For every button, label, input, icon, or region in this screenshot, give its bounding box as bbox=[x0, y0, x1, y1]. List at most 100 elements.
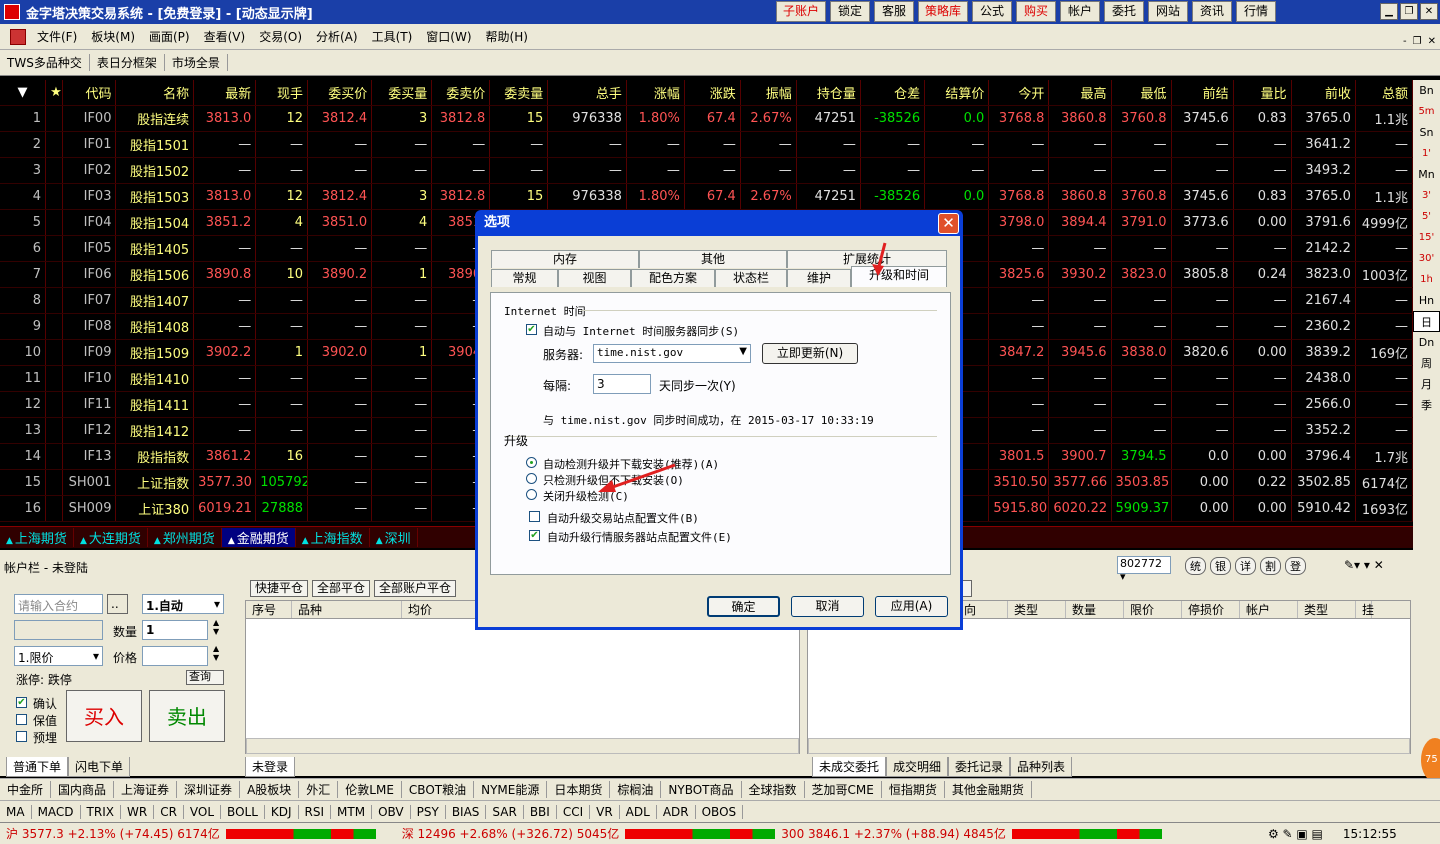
period-button[interactable]: 3' bbox=[1413, 185, 1440, 206]
indicator-tab[interactable]: VR bbox=[590, 804, 620, 819]
orders-scrollbar[interactable] bbox=[808, 738, 1410, 754]
menu-item[interactable]: 板块(M) bbox=[84, 28, 142, 45]
price-stepper[interactable]: ▲ ▼ bbox=[213, 644, 219, 662]
layout-tab[interactable]: TWS多品种交 bbox=[0, 54, 90, 71]
orders-column-header[interactable]: 限价 bbox=[1124, 601, 1182, 618]
category-tab[interactable]: 深圳证券 bbox=[177, 781, 241, 798]
dialog-tab[interactable]: 内存 bbox=[491, 250, 639, 268]
indicator-tab[interactable]: PSY bbox=[411, 804, 446, 819]
icon-button[interactable]: 登 bbox=[1285, 557, 1306, 575]
indicator-tab[interactable]: MACD bbox=[32, 804, 81, 819]
bottom-tab[interactable]: 品种列表 bbox=[1010, 757, 1073, 777]
indicator-tab[interactable]: KDJ bbox=[265, 804, 299, 819]
sell-button[interactable]: 卖出 bbox=[149, 690, 225, 742]
orders-column-header[interactable]: 类型 bbox=[1008, 601, 1066, 618]
dialog-tab[interactable]: 配色方案 bbox=[631, 269, 715, 287]
orders-column-header[interactable]: 类型 bbox=[1298, 601, 1356, 618]
dialog-tab[interactable]: 其他 bbox=[639, 250, 787, 268]
menu-item[interactable]: 分析(A) bbox=[309, 28, 365, 45]
order-checkbox[interactable]: ✔ bbox=[16, 697, 27, 708]
restore-icon[interactable]: ❐ bbox=[1400, 3, 1418, 20]
indicator-tab[interactable]: MTM bbox=[331, 804, 373, 819]
period-button[interactable]: 30' bbox=[1413, 248, 1440, 269]
close-position-button[interactable]: 全部平仓 bbox=[312, 580, 371, 597]
update-now-button[interactable]: 立即更新(N) bbox=[762, 343, 858, 364]
column-header[interactable]: 代码 bbox=[62, 80, 117, 106]
upgrade-checkbox[interactable]: ✔ bbox=[529, 530, 540, 541]
column-header[interactable]: 委卖价 bbox=[431, 80, 491, 106]
order-type-select[interactable]: 1.限价 ▾ bbox=[14, 646, 103, 666]
cancel-button[interactable]: 取消 bbox=[791, 596, 864, 617]
period-button[interactable]: Hn bbox=[1413, 290, 1440, 311]
indicator-tab[interactable]: CCI bbox=[557, 804, 591, 819]
column-header[interactable]: 最高 bbox=[1048, 80, 1112, 106]
tray-icons[interactable]: ⚙ ✎ ▣ ▤ bbox=[1268, 827, 1323, 841]
period-button[interactable]: 1' bbox=[1413, 143, 1440, 164]
market-tab[interactable]: 金融期货 bbox=[221, 528, 296, 547]
indicator-tab[interactable]: SAR bbox=[486, 804, 524, 819]
indicator-tab[interactable]: BIAS bbox=[446, 804, 487, 819]
column-header[interactable]: 量比 bbox=[1233, 80, 1292, 106]
column-header[interactable]: ▼ bbox=[0, 80, 47, 106]
icon-button[interactable]: 统 bbox=[1185, 557, 1206, 575]
upgrade-radio[interactable] bbox=[526, 473, 537, 484]
category-tab[interactable]: 中金所 bbox=[0, 781, 52, 798]
browse-button[interactable]: .. bbox=[107, 594, 128, 614]
upgrade-radio[interactable] bbox=[526, 457, 537, 468]
period-button[interactable]: 1h bbox=[1413, 269, 1440, 290]
upgrade-checkbox[interactable] bbox=[529, 511, 540, 522]
order-checkbox[interactable] bbox=[16, 714, 27, 725]
market-tab[interactable]: 上海期货 bbox=[0, 528, 74, 547]
column-header[interactable]: 总额 bbox=[1355, 80, 1414, 106]
period-button[interactable]: Sn bbox=[1413, 122, 1440, 143]
mode-select[interactable]: 1.自动 ▾ bbox=[142, 594, 224, 614]
category-tab[interactable]: 上海证券 bbox=[114, 781, 178, 798]
positions-column-header[interactable]: 序号 bbox=[246, 601, 292, 618]
toolbar-button[interactable]: 网站 bbox=[1148, 1, 1189, 22]
icon-button[interactable]: 割 bbox=[1260, 557, 1281, 575]
menu-item[interactable]: 帮助(H) bbox=[479, 28, 535, 45]
dialog-close-icon[interactable]: ✕ bbox=[938, 213, 959, 234]
icon-button[interactable]: 银 bbox=[1210, 557, 1231, 575]
indicator-tab[interactable]: RSI bbox=[299, 804, 332, 819]
icon-button[interactable]: 详 bbox=[1235, 557, 1256, 575]
column-header[interactable]: ★ bbox=[45, 80, 63, 106]
indicator-tab[interactable]: ADL bbox=[620, 804, 657, 819]
toolbar-button[interactable]: 公式 bbox=[972, 1, 1013, 22]
category-tab[interactable]: 恒指期货 bbox=[882, 781, 945, 798]
quote-row[interactable]: 4 IF03 股指1503 3813.0 12 3812.4 3 3812.8 15 976338… bbox=[0, 183, 1414, 210]
indicator-tab[interactable]: OBOS bbox=[696, 804, 744, 819]
category-tab[interactable]: 伦敦LME bbox=[338, 781, 402, 798]
bottom-tab[interactable]: 委托记录 bbox=[948, 757, 1011, 777]
market-tab[interactable]: 上海指数 bbox=[296, 528, 370, 547]
bottom-tab[interactable]: 闪电下单 bbox=[68, 757, 131, 777]
menu-item[interactable]: 窗口(W) bbox=[419, 28, 478, 45]
menu-item[interactable]: 查看(V) bbox=[197, 28, 253, 45]
indicator-tab[interactable]: CR bbox=[154, 804, 184, 819]
column-header[interactable]: 委买价 bbox=[307, 80, 373, 106]
apply-button[interactable]: 应用(A) bbox=[875, 596, 948, 617]
dialog-tab[interactable]: 升级和时间 bbox=[851, 266, 947, 287]
column-header[interactable]: 前结 bbox=[1171, 80, 1234, 106]
server-select[interactable]: time.nist.gov ▼ bbox=[593, 344, 751, 363]
close-position-button[interactable]: 快捷平仓 bbox=[250, 580, 309, 597]
layout-tab[interactable]: 市场全景 bbox=[165, 54, 228, 71]
column-header[interactable]: 涨跌 bbox=[684, 80, 741, 106]
toolbar-button[interactable]: 锁定 bbox=[830, 1, 871, 22]
category-tab[interactable]: 棕榈油 bbox=[610, 781, 662, 798]
orders-column-header[interactable]: 向 bbox=[958, 601, 1008, 618]
period-button[interactable]: 5m bbox=[1413, 101, 1440, 122]
menu-item[interactable]: 画面(P) bbox=[142, 28, 197, 45]
bottom-tab[interactable]: 未登录 bbox=[245, 757, 296, 777]
toolbar-button[interactable]: 客服 bbox=[874, 1, 915, 22]
period-button[interactable]: 日 bbox=[1413, 311, 1440, 332]
column-header[interactable]: 今开 bbox=[988, 80, 1050, 106]
category-tab[interactable]: 国内商品 bbox=[51, 781, 115, 798]
toolbar-button[interactable]: 策略库 bbox=[918, 1, 969, 22]
ok-button[interactable]: 确定 bbox=[707, 596, 780, 617]
column-header[interactable]: 持仓量 bbox=[796, 80, 861, 106]
orders-column-header[interactable]: 停损价 bbox=[1182, 601, 1240, 618]
column-header[interactable]: 总手 bbox=[547, 80, 627, 106]
column-header[interactable]: 最新 bbox=[193, 80, 257, 106]
minimize-icon[interactable]: ▁ bbox=[1380, 3, 1398, 20]
